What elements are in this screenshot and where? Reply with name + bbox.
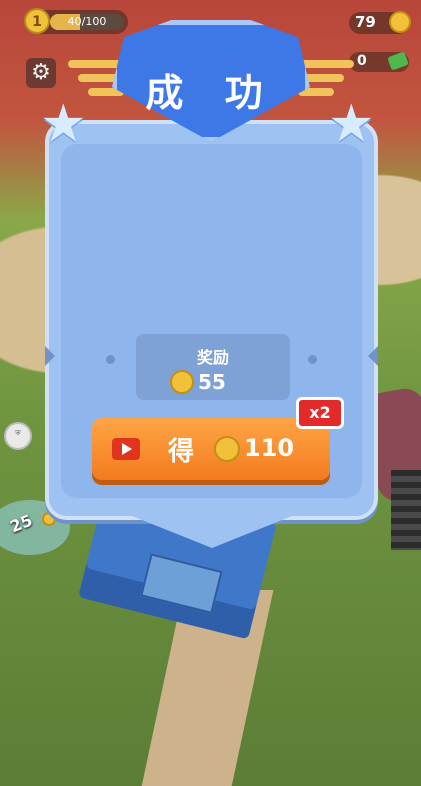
cash-counter: 0	[349, 51, 409, 72]
video-play-icon	[112, 438, 140, 460]
cash-icon	[387, 51, 409, 71]
reward-box: 奖励 55	[136, 334, 290, 400]
coin-count: 79	[355, 13, 376, 31]
claim-coin-icon	[214, 436, 240, 462]
level-badge: 1	[24, 8, 50, 34]
multiplier-badge: x2	[296, 397, 344, 429]
reward-label: 奖励	[196, 348, 229, 367]
claim-amount: 110	[244, 434, 295, 462]
panel-dot-left	[106, 355, 115, 364]
house-door	[140, 553, 223, 614]
level-progress-text: 40/100	[67, 15, 107, 28]
coin-counter: 79	[349, 11, 411, 34]
panel-notch-right	[368, 346, 378, 366]
right-star-icon: ★	[328, 94, 375, 154]
panel-notch-left	[45, 346, 55, 366]
success-title: 成 功	[145, 71, 277, 115]
left-star-icon: ★	[40, 94, 87, 154]
reward-amount: 55	[198, 370, 226, 394]
privacy-shield-icon[interactable]: ⛨	[4, 422, 32, 450]
fence	[391, 470, 421, 550]
settings-gear-icon[interactable]: ⚙	[26, 58, 56, 88]
panel-dot-right	[308, 355, 317, 364]
coin-icon	[389, 11, 411, 33]
panel-bottom-point	[112, 508, 312, 548]
claim-label: 得	[168, 437, 195, 467]
watch-video-claim-button[interactable]: 得 110	[92, 418, 330, 480]
reward-coin-icon	[170, 370, 194, 394]
cash-count: 0	[357, 53, 367, 69]
level-progress-bar: 40/100 1	[24, 8, 128, 34]
